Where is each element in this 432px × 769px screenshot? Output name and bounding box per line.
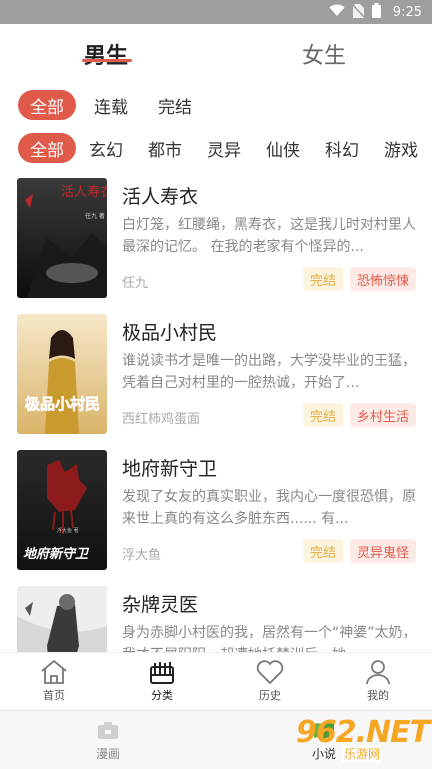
status-tag: 完结 — [302, 403, 343, 427]
comic-icon — [98, 722, 118, 739]
book-cover[interactable]: 极品小村民 — [17, 314, 107, 434]
status-bar: 9:25 — [0, 0, 432, 24]
book-description: 身为赤脚小村医的我，居然有一个“神婆”太奶，我才不屑阳阳，却遭她托梦训斥，她..… — [122, 625, 417, 652]
category-icon — [150, 662, 174, 684]
book-description: 白灯笼，红腰绳，黑寿衣，这是我儿时对村里人最深的记忆。 在我的老家有个怪异的..… — [122, 217, 416, 255]
nav-comic[interactable]: 漫画 — [0, 711, 216, 769]
filter-genre-scifi[interactable]: 科幻 — [313, 133, 371, 163]
primary-nav: 首页 分类 历史 我的 — [0, 652, 432, 710]
filter-status-complete[interactable]: 完结 — [146, 90, 204, 120]
book-item[interactable]: 浮大鱼 著 地府新守卫 地府新守卫 发现了女友的真实职业，我内心一度很恐惧，原来… — [0, 442, 432, 578]
book-item[interactable]: 杂牌灵医 身为赤脚小村医的我，居然有一个“神婆”太奶，我才不屑阳阳，却遭她托梦训… — [0, 578, 432, 652]
genre-filter-row: 全部 玄幻 都市 灵异 仙侠 科幻 游戏 — [18, 133, 431, 163]
genre-tag: 灵异鬼怪 — [349, 539, 416, 563]
filter-status-serial[interactable]: 连载 — [82, 90, 140, 120]
nav-label: 历史 — [259, 689, 281, 702]
status-time: 9:25 — [392, 4, 422, 20]
nav-label: 首页 — [43, 689, 65, 702]
tab-male[interactable]: 男生 — [81, 38, 133, 70]
book-cover[interactable]: 活人寿衣 任九 著 — [17, 178, 107, 298]
cover-text: 地府新守卫 — [23, 546, 90, 562]
book-cover[interactable]: 浮大鱼 著 地府新守卫 — [17, 450, 107, 570]
cover-text: 活人寿衣 — [61, 184, 107, 200]
book-title[interactable]: 地府新守卫 — [122, 454, 217, 481]
book-author: 西红柿鸡蛋面 — [122, 412, 201, 427]
book-cover[interactable] — [17, 586, 107, 652]
nav-history[interactable]: 历史 — [216, 653, 324, 710]
home-icon — [41, 659, 67, 684]
genre-tag: 乡村生活 — [349, 403, 416, 427]
nav-label: 分类 — [151, 689, 173, 702]
cover-author: 浮大鱼 著 — [57, 527, 79, 534]
nav-label: 漫画 — [95, 747, 120, 761]
book-author: 浮大鱼 — [122, 548, 162, 563]
site-watermark: 962.NET 乐游网 — [296, 715, 430, 763]
book-item[interactable]: 活人寿衣 任九 著 活人寿衣 白灯笼，红腰绳，黑寿衣，这是我儿时对村里人最深的记… — [0, 170, 432, 306]
nav-home[interactable]: 首页 — [0, 653, 108, 710]
filter-status-all[interactable]: 全部 — [18, 90, 76, 120]
book-list: 活人寿衣 任九 著 活人寿衣 白灯笼，红腰绳，黑寿衣，这是我儿时对村里人最深的记… — [0, 170, 432, 652]
filter-genre-xuanhuan[interactable]: 玄幻 — [77, 133, 135, 163]
status-filter-row: 全部 连载 完结 — [18, 90, 210, 120]
book-author: 任九 — [122, 276, 149, 291]
tab-female[interactable]: 女生 — [302, 38, 346, 70]
book-title[interactable]: 活人寿衣 — [122, 182, 198, 209]
filter-genre-all[interactable]: 全部 — [18, 133, 76, 163]
book-title[interactable]: 极品小村民 — [122, 318, 217, 345]
heart-icon — [256, 660, 284, 685]
filter-genre-game[interactable]: 游戏 — [372, 133, 430, 163]
filter-genre-urban[interactable]: 都市 — [136, 133, 194, 163]
nav-label: 我的 — [367, 689, 389, 702]
nav-category[interactable]: 分类 — [108, 653, 216, 710]
book-title[interactable]: 杂牌灵医 — [122, 590, 198, 617]
wifi-icon — [329, 4, 345, 20]
filter-genre-supernatural[interactable]: 灵异 — [195, 133, 253, 163]
user-icon — [366, 660, 390, 685]
cover-text: 极品小村民 — [25, 395, 100, 413]
nav-mine[interactable]: 我的 — [324, 653, 432, 710]
filter-genre-xianxia[interactable]: 仙侠 — [254, 133, 312, 163]
cover-author: 任九 著 — [85, 212, 105, 220]
book-item[interactable]: 极品小村民 极品小村民 谁说读书才是唯一的出路，大学没毕业的王猛，凭着自己对村里… — [0, 306, 432, 442]
watermark-text: 乐游网 — [342, 745, 383, 762]
book-description: 谁说读书才是唯一的出路，大学没毕业的王猛，凭着自己对村里的一腔热诚，开始了... — [122, 353, 416, 391]
gender-tabs: 男生 女生 — [0, 24, 432, 88]
genre-tag: 恐怖惊悚 — [349, 267, 416, 291]
no-sim-icon — [352, 3, 365, 21]
book-description: 发现了女友的真实职业，我内心一度很恐惧，原来世上真的有这么多脏东西...... … — [122, 489, 416, 527]
status-tag: 完结 — [302, 267, 343, 291]
battery-icon — [371, 3, 381, 21]
status-tag: 完结 — [302, 539, 343, 563]
